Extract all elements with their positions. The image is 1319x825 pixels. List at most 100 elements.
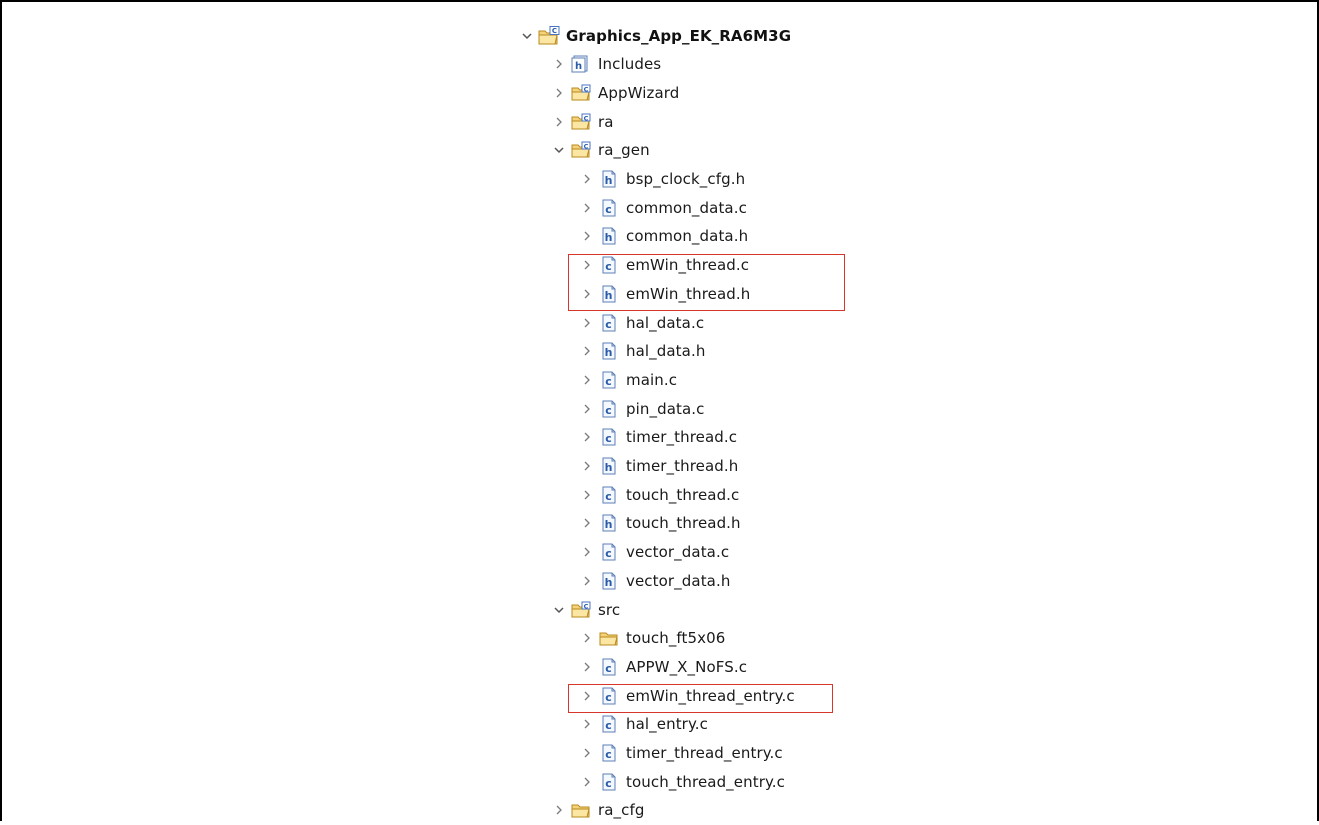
tree-item-timer-thread-c[interactable]: c timer_thread.c <box>578 423 737 452</box>
chevron-right-icon[interactable] <box>578 428 596 446</box>
svg-text:C: C <box>584 602 589 610</box>
chevron-right-icon[interactable] <box>578 199 596 217</box>
tree-item-label: hal_data.h <box>626 342 706 361</box>
tree-item-label: hal_entry.c <box>626 715 709 734</box>
tree-item-hal-data-c[interactable]: c hal_data.c <box>578 308 704 337</box>
tree-item-hal-data-h[interactable]: h hal_data.h <box>578 337 705 366</box>
h-file-icon: h <box>598 512 620 534</box>
tree-item-label: common_data.c <box>626 198 747 217</box>
chevron-right-icon[interactable] <box>550 113 568 131</box>
tree-item-bsp-clock-cfg-h[interactable]: h bsp_clock_cfg.h <box>578 165 745 194</box>
chevron-right-icon[interactable] <box>578 457 596 475</box>
tree-item-touch-thread-entry-c[interactable]: c touch_thread_entry.c <box>578 767 785 796</box>
chevron-right-icon[interactable] <box>578 744 596 762</box>
h-file-icon: h <box>598 340 620 362</box>
tree-item-label: vector_data.c <box>626 543 730 562</box>
h-file-icon: h <box>598 570 620 592</box>
c-file-icon: c <box>598 369 620 391</box>
folder-icon <box>598 627 620 649</box>
chevron-right-icon[interactable] <box>578 342 596 360</box>
tree-item-ra-gen[interactable]: Cra_gen <box>550 136 650 165</box>
c-file-icon: c <box>598 771 620 793</box>
chevron-down-icon[interactable] <box>518 27 536 45</box>
tree-item-hal-entry-c[interactable]: c hal_entry.c <box>578 710 708 739</box>
svg-text:c: c <box>605 432 612 445</box>
tree-item-timer-thread-h[interactable]: h timer_thread.h <box>578 452 738 481</box>
chevron-right-icon[interactable] <box>578 773 596 791</box>
chevron-right-icon[interactable] <box>578 486 596 504</box>
svg-text:h: h <box>605 231 613 244</box>
source-folder-icon: C <box>570 111 592 133</box>
tree-item-label: timer_thread.c <box>626 428 738 447</box>
highlight-box <box>568 684 833 713</box>
includes-icon: h <box>570 53 592 75</box>
svg-text:C: C <box>584 114 589 122</box>
chevron-right-icon[interactable] <box>578 658 596 676</box>
chevron-right-icon[interactable] <box>578 371 596 389</box>
svg-text:h: h <box>605 461 613 474</box>
svg-text:h: h <box>605 174 613 187</box>
chevron-right-icon[interactable] <box>578 314 596 332</box>
chevron-right-icon[interactable] <box>578 715 596 733</box>
tree-item-label: ra_cfg <box>598 801 645 820</box>
chevron-right-icon[interactable] <box>550 55 568 73</box>
tree-item-touch-thread-c[interactable]: c touch_thread.c <box>578 480 739 509</box>
svg-text:c: c <box>605 777 612 790</box>
chevron-right-icon[interactable] <box>578 572 596 590</box>
svg-text:c: c <box>605 748 612 761</box>
tree-item-timer-thread-entry-c[interactable]: c timer_thread_entry.c <box>578 739 783 768</box>
tree-item-graphics-app-ek-ra6m3g[interactable]: C Graphics_App_EK_RA6M3G <box>518 21 791 50</box>
svg-text:h: h <box>605 518 613 531</box>
tree-item-pin-data-c[interactable]: c pin_data.c <box>578 394 705 423</box>
chevron-down-icon[interactable] <box>550 141 568 159</box>
tree-item-src[interactable]: Csrc <box>550 595 620 624</box>
tree-item-label: vector_data.h <box>626 571 731 590</box>
chevron-down-icon[interactable] <box>550 601 568 619</box>
tree-item-label: APPW_X_NoFS.c <box>626 657 748 676</box>
chevron-right-icon[interactable] <box>578 227 596 245</box>
tree-item-common-data-h[interactable]: h common_data.h <box>578 222 748 251</box>
tree-item-main-c[interactable]: c main.c <box>578 365 677 394</box>
folder-icon <box>570 799 592 821</box>
h-file-icon: h <box>598 225 620 247</box>
tree-item-common-data-c[interactable]: c common_data.c <box>578 193 747 222</box>
chevron-right-icon[interactable] <box>550 801 568 819</box>
svg-text:c: c <box>605 490 612 503</box>
c-file-icon: c <box>598 312 620 334</box>
tree-item-ra[interactable]: Cra <box>550 107 614 136</box>
source-folder-icon: C <box>570 82 592 104</box>
tree-item-label: Includes <box>598 55 662 74</box>
tree-item-label: AppWizard <box>598 83 680 102</box>
tree-item-label: pin_data.c <box>626 399 705 418</box>
tree-item-touch-ft5x06[interactable]: touch_ft5x06 <box>578 624 725 653</box>
chevron-right-icon[interactable] <box>578 543 596 561</box>
svg-text:c: c <box>605 719 612 732</box>
tree-item-label: common_data.h <box>626 227 749 246</box>
tree-item-label: main.c <box>626 370 678 389</box>
source-folder-icon: C <box>570 139 592 161</box>
chevron-right-icon[interactable] <box>578 629 596 647</box>
tree-item-vector-data-h[interactable]: h vector_data.h <box>578 566 730 595</box>
chevron-right-icon[interactable] <box>578 514 596 532</box>
c-file-icon: c <box>598 656 620 678</box>
chevron-right-icon[interactable] <box>550 84 568 102</box>
c-file-icon: c <box>598 541 620 563</box>
tree-item-vector-data-c[interactable]: c vector_data.c <box>578 538 729 567</box>
svg-text:c: c <box>605 662 612 675</box>
highlight-box <box>568 253 845 311</box>
svg-text:h: h <box>605 576 613 589</box>
c-file-icon: c <box>598 197 620 219</box>
tree-item-label: touch_ft5x06 <box>626 629 726 648</box>
project-explorer-tree: C Graphics_App_EK_RA6M3Gh Includes C AppWiza… <box>0 0 1319 821</box>
chevron-right-icon[interactable] <box>578 400 596 418</box>
svg-text:c: c <box>605 318 612 331</box>
tree-item-includes[interactable]: h Includes <box>550 50 661 79</box>
svg-text:c: c <box>605 375 612 388</box>
h-file-icon: h <box>598 168 620 190</box>
tree-item-appwizard[interactable]: C AppWizard <box>550 78 679 107</box>
source-folder-icon: C <box>570 599 592 621</box>
tree-item-touch-thread-h[interactable]: h touch_thread.h <box>578 509 741 538</box>
svg-text:C: C <box>552 27 557 35</box>
tree-item-appw-x-nofs-c[interactable]: c APPW_X_NoFS.c <box>578 652 747 681</box>
chevron-right-icon[interactable] <box>578 170 596 188</box>
